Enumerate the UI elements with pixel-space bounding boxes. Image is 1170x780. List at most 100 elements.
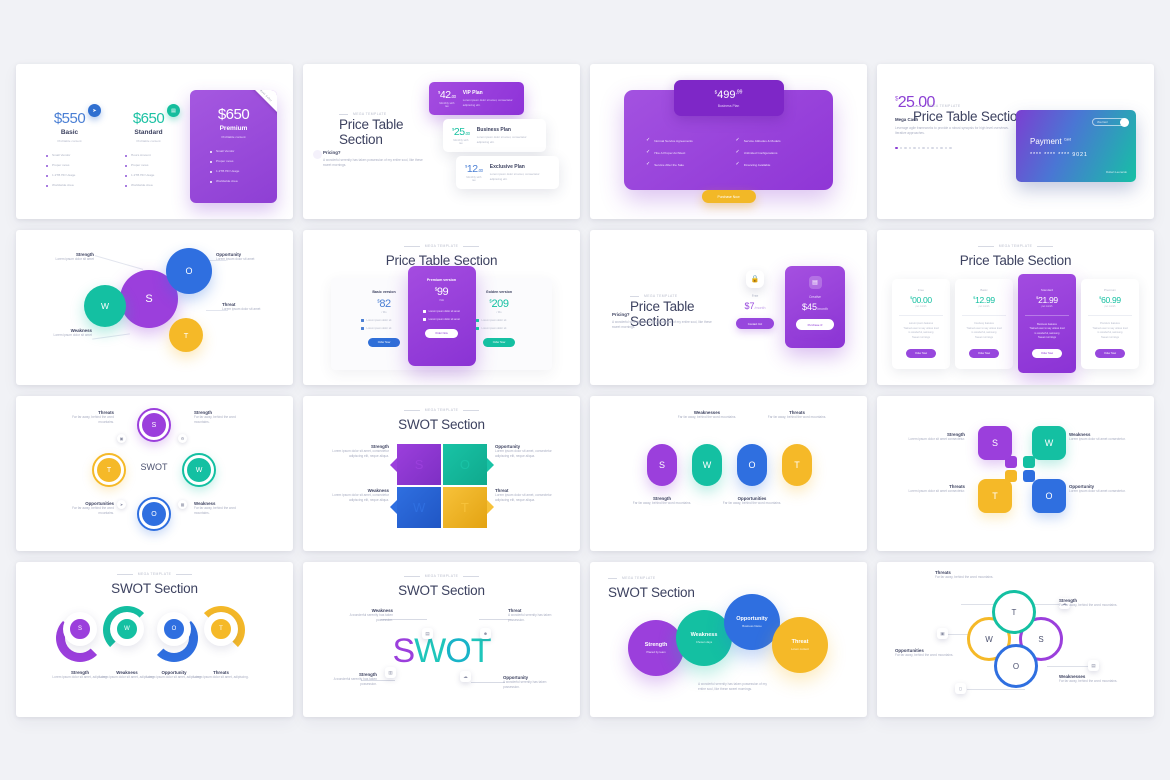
plan-card-creative[interactable]: ▤ Creative $45/month Purchase it!	[785, 266, 845, 348]
order-now-button[interactable]: Order Now	[968, 348, 1000, 358]
pill-strength[interactable]: S	[647, 444, 677, 486]
node-strength[interactable]: S	[63, 612, 97, 646]
mobile-icon: ▯	[955, 683, 966, 694]
plan-card-business[interactable]: $25.00 Monthly with tax Business Plan Lo…	[443, 119, 546, 152]
slide-thumbnail-price-free-vs-premium[interactable]: Mega Template Price Table Section Pricin…	[590, 230, 867, 385]
quadrant-weakness[interactable]: W	[390, 486, 442, 528]
plan-desc: Lorem ipsum dolor sit amet, consectetur …	[489, 172, 540, 181]
slide-thumbnail-swot-quadrant[interactable]: Mega Template SWOT Section S O W T Stren…	[303, 396, 580, 551]
slide-thumbnail-price-table-three-tier[interactable]: Mega Template Price Table Section Basic …	[303, 230, 580, 385]
pricing-plan-basic[interactable]: ➤ $550 Basic Profitable content Small Ve…	[32, 104, 107, 193]
ring-weaknesses[interactable]: O	[994, 644, 1038, 688]
eyebrow: Mega Template	[608, 576, 695, 580]
pricing-plan-standard[interactable]: ▤ $650 Standard Profitable content Hours…	[111, 104, 186, 193]
node-threats[interactable]: T	[204, 612, 238, 646]
square-strength[interactable]: S	[978, 426, 1012, 460]
label-threats: Threats Far far away, behind the word mou…	[767, 410, 827, 419]
plan-card-premium[interactable]: Premium version $99 / Mo Lorem ipsum dol…	[407, 266, 476, 366]
circle-threat[interactable]: Threat Lorem content	[772, 617, 828, 673]
order-now-button[interactable]: Order Now	[425, 329, 458, 338]
label-strength: Strength Far far away, behind the word mo…	[632, 496, 692, 505]
purchase-now-button[interactable]: Purchase Now	[701, 190, 756, 203]
order-now-button[interactable]: Order Now	[1094, 348, 1126, 358]
purchase-it-button[interactable]: Purchase it!	[795, 319, 835, 330]
plan-card-exclusive[interactable]: $12.00 Monthly with tax Exclusive Plan L…	[456, 156, 559, 189]
plan-card-free[interactable]: 🔒 Free $7/month Contact Us!	[730, 270, 780, 330]
list-item: Worldwide Area	[46, 183, 107, 187]
ring-threats[interactable]: T	[992, 590, 1036, 634]
circle-strength[interactable]: Strength Placed by team	[628, 620, 684, 676]
plan-card-golden[interactable]: Golden version $209 / Mo Lorem ipsum dol…	[468, 290, 530, 348]
plan-card-free[interactable]: Free $00.00 per month Lorem ipsum featur…	[892, 278, 950, 369]
ring-strength[interactable]: S	[137, 408, 171, 442]
ring-opportunities[interactable]: O	[137, 497, 171, 531]
plan-card-premium[interactable]: Premium $60.99 per month Premium feature…	[1081, 278, 1139, 369]
slide-thumbnail-business-plan-card[interactable]: $499,99 Business Plan ✓ Normal Service Ag…	[590, 64, 867, 219]
file-icon: ▤	[808, 276, 822, 289]
slide-thumbnail-swot-venn-rings[interactable]: W S T O ☁ ▣ ▤ ▯ Threats Far far away, beh…	[877, 562, 1154, 717]
quadrant-strength[interactable]: S	[390, 444, 442, 486]
gear-icon: ⚙	[178, 434, 187, 443]
slide-thumbnail-swot-arc-steps[interactable]: Mega Template SWOT Section S W O T Stren…	[16, 562, 293, 717]
amount-decimals: .00	[450, 94, 456, 99]
slide-thumbnail-pricing-three-column[interactable]: ➤ $550 Basic Profitable content Small Ve…	[16, 64, 293, 219]
slide-thumbnail-swot-ring-diagram[interactable]: SWOT S W O T ⚙ ▦ ➤ ▣ Strength Far far awa…	[16, 396, 293, 551]
plan-name: Basic	[980, 287, 988, 292]
plan-card-standard[interactable]: Standard $21.99 per month Business featu…	[1018, 274, 1076, 374]
order-now-button[interactable]: Order Now	[1031, 349, 1063, 359]
slide-thumbnail-swot-pills[interactable]: S W O T Strength Far far away, behind the…	[590, 396, 867, 551]
quadrant-threat[interactable]: T	[442, 486, 494, 528]
plan-card-business[interactable]: $499,99 Business Plan ✓ Normal Service Ag…	[624, 80, 833, 190]
label-opportunities: Opportunities Far far away, behind the wo…	[722, 496, 782, 505]
quadrant-opportunity[interactable]: O	[442, 444, 494, 486]
slide-thumbnail-price-table-payment-card[interactable]: Mega Template Price Table Section $25.00…	[877, 64, 1154, 219]
label-opportunity: Opportunity Lorem ipsum dolor sit amet co…	[1069, 484, 1126, 493]
pricing-plan-premium[interactable]: Best Seller $650 Premium Profitable cont…	[190, 90, 277, 203]
ring-threats[interactable]: T	[92, 453, 126, 487]
order-now-button[interactable]: Order Now	[482, 338, 516, 347]
payment-card[interactable]: Visa Card Payment Card **** **** **** 90…	[1016, 110, 1136, 182]
ring-weakness[interactable]: W	[182, 453, 216, 487]
square-threats[interactable]: T	[978, 479, 1012, 513]
pill-threats[interactable]: T	[782, 444, 812, 486]
plan-name: Golden version	[485, 290, 513, 294]
slide-header: Mega Template SWOT Section	[303, 574, 580, 598]
slide-thumbnail-swot-bubbles[interactable]: S W O T Strength Lorem ipsum dolor sit am…	[16, 230, 293, 385]
slide-thumbnail-swot-interlocking-squares[interactable]: S W T O Strength Lorem ipsum dolor sit am…	[877, 396, 1154, 551]
contact-us-button[interactable]: Contact Us!	[735, 318, 775, 329]
pill-opportunities[interactable]: O	[737, 444, 767, 486]
slide-thumbnail-swot-overlapping-circles[interactable]: Mega Template SWOT Section Strength Place…	[590, 562, 867, 717]
slide-thumbnail-price-table-four-tier[interactable]: Mega Template Price Table Section Free $…	[877, 230, 1154, 385]
bubble-opportunity[interactable]: O	[166, 248, 212, 294]
bubble-threat[interactable]: T	[169, 318, 203, 352]
monitor-icon: ▣	[937, 628, 948, 639]
slide-thumbnail-price-table-stacked-cards[interactable]: Mega Template Price Table Section Pricin…	[303, 64, 580, 219]
plan-name: Basic version	[372, 290, 396, 294]
slide-thumbnail-swot-wordmark[interactable]: Mega Template SWOT Section SWOT ▤ ☻ ▥ ☁ …	[303, 562, 580, 717]
connector-nub	[1023, 456, 1035, 468]
plan-card-basic[interactable]: Basic $12.99 per month Courtesy features…	[955, 278, 1013, 369]
eyebrow: Mega Template	[630, 294, 730, 298]
order-now-button[interactable]: Order Now	[367, 338, 401, 347]
plan-card-basic[interactable]: Basic version $82 / Mo Lorem ipsum dolor…	[353, 290, 415, 348]
check-icon: ✓	[735, 137, 740, 143]
square-weakness[interactable]: W	[1032, 426, 1066, 460]
carousel-dots[interactable]	[895, 146, 1010, 150]
node-opportunity[interactable]: O	[157, 612, 191, 646]
diagram-center-label: SWOT	[140, 462, 168, 472]
amount-value: 42	[439, 89, 451, 101]
node-weakness[interactable]: W	[110, 612, 144, 646]
square-opportunity[interactable]: O	[1032, 479, 1066, 513]
card-holder: Robert Leonardo	[1106, 170, 1127, 174]
card-brand-button[interactable]: Visa Card	[1092, 118, 1129, 127]
list-item: ✓ Service Attitudes & Models	[735, 137, 781, 143]
pill-weaknesses[interactable]: W	[692, 444, 722, 486]
file-icon: ▤	[1088, 660, 1099, 671]
plan-card-vip[interactable]: $42.00 Monthly with tax VIP Plan Lorem i…	[429, 82, 524, 115]
connector-nub	[1023, 470, 1035, 482]
plan-name: Basic	[60, 129, 79, 136]
eyebrow: Mega Template	[913, 104, 1028, 108]
list-item: Lorem ipsum dolor sit	[476, 327, 530, 330]
bubble-weakness[interactable]: W	[84, 285, 126, 327]
order-now-button[interactable]: Order Now	[905, 348, 937, 358]
